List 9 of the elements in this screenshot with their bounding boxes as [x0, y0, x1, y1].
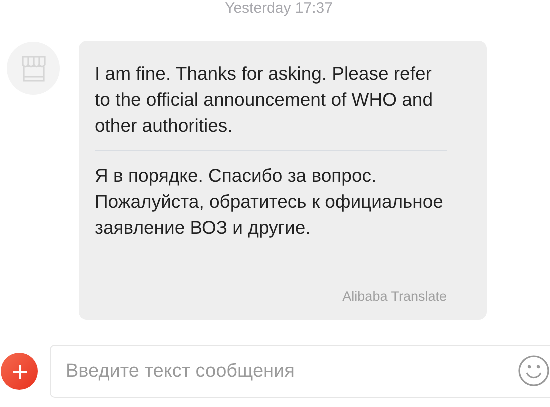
add-button[interactable]: [1, 353, 38, 390]
translated-text: Я в порядке. Спасибо за вопрос. Пожалуйста, обратитесь к официальное заявление ВОЗ и другие.: [95, 164, 444, 240]
timestamp: Yesterday 17:37: [224, 0, 334, 19]
emoji-icon[interactable]: [518, 355, 550, 387]
message-input[interactable]: Введите текст сообщения: [50, 345, 550, 398]
message-text: I am fine. Thanks for asking. Please refer to the official announcement of WHO and other authorities.: [95, 62, 434, 138]
plus-icon: [10, 362, 28, 380]
translator-label: Alibaba Translate: [342, 289, 447, 304]
store-icon: [20, 54, 46, 82]
